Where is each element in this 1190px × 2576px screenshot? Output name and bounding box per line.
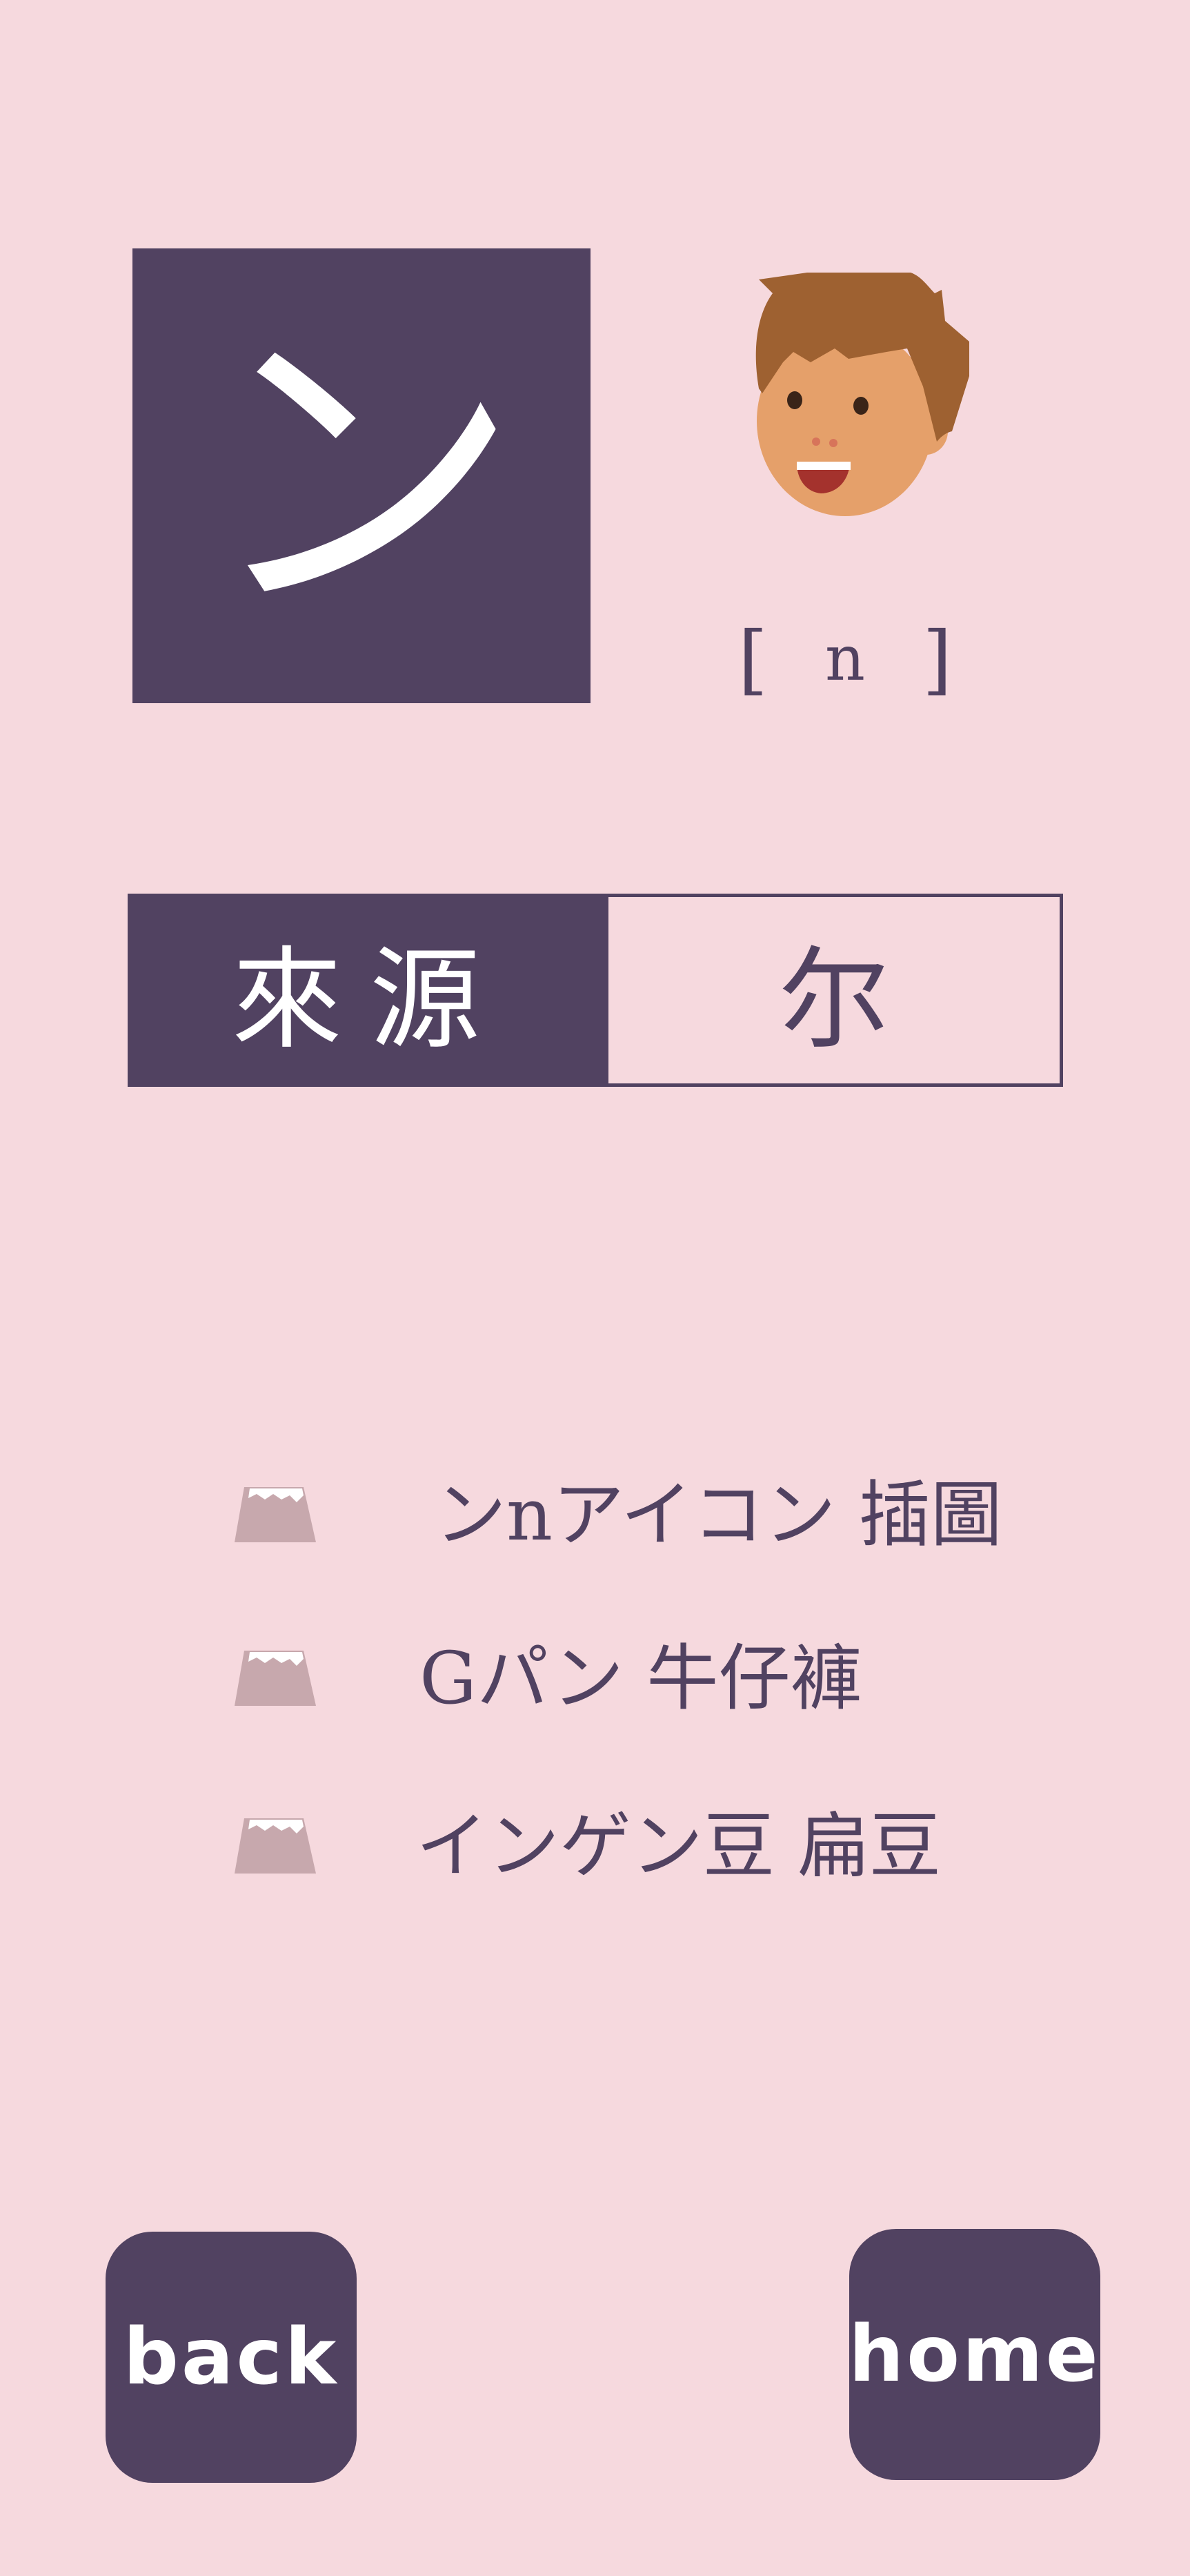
mount-fuji-icon — [235, 1487, 316, 1542]
example-item: インゲン豆 扁豆 — [235, 1798, 1062, 1894]
pronunciation-open-bracket: [ — [738, 615, 768, 703]
example-item: Gパン 牛仔褲 — [235, 1630, 1062, 1727]
pronunciation: [ n ] — [738, 607, 952, 711]
origin-value: 尔 — [778, 935, 889, 1064]
origin-box: 來源 尔 — [128, 894, 1063, 1087]
example-item: ンnアイコン 插圖 — [235, 1466, 1062, 1563]
pronunciation-close-bracket: ] — [922, 615, 952, 703]
mount-fuji-icon — [235, 1818, 316, 1874]
example-text: Gパン 牛仔褲 — [419, 1636, 862, 1720]
origin-label: 來源 — [131, 897, 608, 1083]
kana-character: ン — [203, 291, 520, 660]
home-button[interactable]: home — [849, 2229, 1100, 2480]
example-text: インゲン豆 扁豆 — [416, 1804, 942, 1888]
pronunciation-romaji: n — [825, 622, 865, 695]
kana-card: ン — [132, 248, 591, 703]
mount-fuji-icon — [235, 1651, 316, 1706]
example-text: ンnアイコン 插圖 — [435, 1473, 1002, 1557]
boy-face-icon — [755, 273, 969, 516]
back-button[interactable]: back — [106, 2232, 357, 2483]
